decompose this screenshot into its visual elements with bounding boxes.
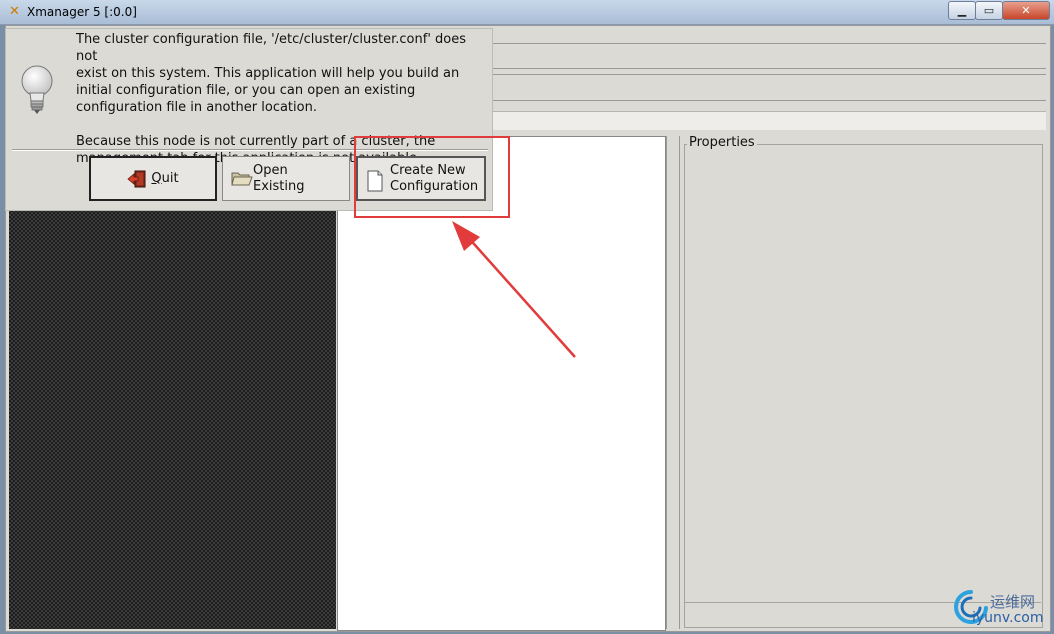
- xmanager-x-icon: ✕: [9, 4, 20, 19]
- folder-open-icon: [231, 172, 253, 186]
- exit-door-icon: [127, 170, 146, 187]
- menubar-area: [492, 43, 1046, 69]
- maximize-icon: ▭: [983, 4, 995, 17]
- screen: { "window": { "title": "Xmanager 5 [:0.0…: [0, 0, 1054, 634]
- window-title: Xmanager 5 [:0.0]: [27, 5, 137, 19]
- minimize-button[interactable]: ▁: [948, 1, 976, 20]
- close-icon: ✕: [1021, 4, 1031, 17]
- dialog-message: The cluster configuration file, '/etc/cl…: [76, 32, 466, 166]
- quit-button[interactable]: Quit: [89, 156, 217, 201]
- properties-panel: Properties: [681, 134, 1045, 629]
- create-new-configuration-label: Create New Configuration: [390, 162, 479, 194]
- toolbar-area: [492, 74, 1046, 101]
- open-existing-button[interactable]: Open Existing: [222, 156, 350, 201]
- annotation-arrow-icon: [452, 221, 576, 358]
- watermark-text-cn: 运维网: [990, 593, 1036, 611]
- properties-frame: [684, 144, 1043, 628]
- maximize-button[interactable]: ▭: [975, 1, 1003, 20]
- empty-pane-pattern: [9, 206, 336, 629]
- pane-splitter[interactable]: [666, 136, 680, 629]
- lightbulb-icon: [21, 65, 53, 114]
- no-config-dialog: The cluster configuration file, '/etc/cl…: [5, 28, 493, 211]
- minimize-icon: ▁: [957, 4, 967, 17]
- dialog-separator: [12, 149, 488, 151]
- open-existing-label: Open Existing: [253, 162, 305, 194]
- new-document-icon: [367, 170, 383, 192]
- properties-label: Properties: [687, 135, 757, 150]
- quit-label: Quit: [151, 170, 179, 186]
- watermark-text-domain: iyunv.com: [972, 610, 1044, 626]
- create-new-configuration-button[interactable]: Create New Configuration: [356, 156, 486, 201]
- close-button[interactable]: ✕: [1002, 1, 1050, 20]
- window-titlebar: ✕ Xmanager 5 [:0.0] ▁ ▭ ✕: [0, 0, 1054, 25]
- tab-strip: [492, 111, 1046, 130]
